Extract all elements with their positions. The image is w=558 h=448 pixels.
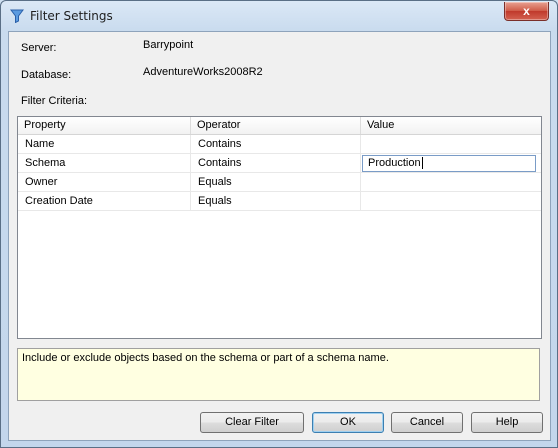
text-caret <box>421 157 423 170</box>
close-button[interactable]: x <box>504 2 549 21</box>
clear-filter-button[interactable]: Clear Filter <box>200 412 304 433</box>
property-cell[interactable]: Name <box>18 135 191 154</box>
schema-value-text: Production <box>368 157 421 169</box>
grid-row-creation-date[interactable]: Creation Date Equals <box>18 192 541 211</box>
close-icon: x <box>523 4 530 18</box>
filter-criteria-label: Filter Criteria: <box>21 95 88 107</box>
description-text: Include or exclude objects based on the … <box>22 352 389 364</box>
description-panel: Include or exclude objects based on the … <box>17 348 540 401</box>
grid-row-owner[interactable]: Owner Equals <box>18 173 541 192</box>
database-value: AdventureWorks2008R2 <box>143 66 263 78</box>
filter-criteria-grid: Property Operator Value Name Contains Sc… <box>17 116 542 339</box>
database-label: Database: <box>21 69 72 81</box>
title-bar[interactable]: Filter Settings x <box>1 1 557 31</box>
column-header-value[interactable]: Value <box>361 117 541 134</box>
column-header-operator[interactable]: Operator <box>191 117 361 134</box>
grid-header: Property Operator Value <box>18 117 541 135</box>
ok-button[interactable]: OK <box>312 412 384 433</box>
help-button[interactable]: Help <box>471 412 543 433</box>
property-cell[interactable]: Schema <box>18 154 191 173</box>
operator-cell[interactable]: Contains <box>191 135 361 154</box>
operator-cell[interactable]: Equals <box>191 192 361 211</box>
operator-cell[interactable]: Equals <box>191 173 361 192</box>
value-cell[interactable] <box>361 135 541 154</box>
filter-funnel-icon <box>10 9 24 24</box>
column-header-property[interactable]: Property <box>18 117 191 134</box>
value-cell[interactable] <box>361 173 541 192</box>
server-label: Server: <box>21 42 57 54</box>
schema-value-input[interactable]: Production <box>362 155 536 172</box>
window-title: Filter Settings <box>30 9 113 23</box>
property-cell[interactable]: Creation Date <box>18 192 191 211</box>
operator-cell[interactable]: Contains <box>191 154 361 173</box>
property-cell[interactable]: Owner <box>18 173 191 192</box>
grid-row-schema[interactable]: Schema Contains Production <box>18 154 541 173</box>
server-value: Barrypoint <box>143 39 194 51</box>
cancel-button[interactable]: Cancel <box>391 412 463 433</box>
grid-row-name[interactable]: Name Contains <box>18 135 541 154</box>
dialog-body: Server: Barrypoint Database: AdventureWo… <box>8 31 551 441</box>
filter-settings-window: Filter Settings x Server: Barrypoint Dat… <box>0 0 558 448</box>
value-cell[interactable] <box>361 192 541 211</box>
